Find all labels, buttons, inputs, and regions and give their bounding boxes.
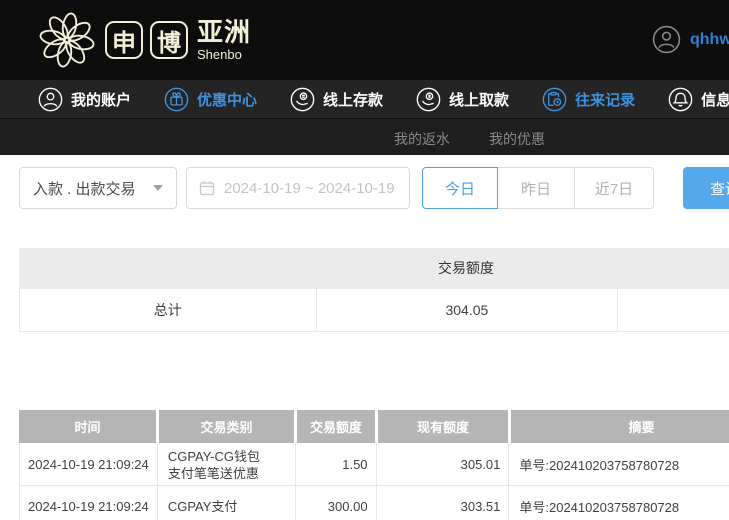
brand-latin: Shenbo bbox=[197, 48, 251, 61]
sub-nav: 我的返水 我的优惠 bbox=[0, 118, 729, 155]
cell-time: 2024-10-19 21:09:24 bbox=[20, 486, 157, 520]
bell-icon bbox=[668, 87, 693, 112]
date-range-input[interactable]: 2024-10-19 ~ 2024-10-19 bbox=[186, 167, 410, 209]
user-avatar-icon bbox=[652, 25, 681, 54]
search-button[interactable]: 查询 bbox=[683, 167, 729, 209]
cell-amount: 1.50 bbox=[295, 444, 376, 485]
records-icon bbox=[542, 87, 567, 112]
table-row: 2024-10-19 21:09:24 CGPAY支付 300.00 303.5… bbox=[19, 486, 729, 520]
col-header-amount: 交易额度 bbox=[294, 410, 375, 443]
cell-summary: 单号:202410203758780728 bbox=[508, 486, 729, 520]
summary-table-header: 交易额度 bbox=[19, 248, 729, 289]
gift-icon bbox=[164, 87, 189, 112]
main-nav: 我的账户 优惠中心 线上存款 bbox=[0, 80, 729, 118]
flower-logo-icon bbox=[36, 9, 98, 71]
quick-range-7days-button[interactable]: 近7日 bbox=[574, 167, 654, 209]
withdraw-icon bbox=[416, 87, 441, 112]
table-row: 2024-10-19 21:09:24 CGPAY-CG钱包 支付笔笔送优惠 1… bbox=[19, 444, 729, 486]
nav-item-my-account[interactable]: 我的账户 bbox=[38, 87, 131, 112]
nav-item-promo-center[interactable]: 优惠中心 bbox=[164, 87, 257, 112]
subnav-item-my-promos[interactable]: 我的优惠 bbox=[489, 129, 545, 149]
nav-label: 线上取款 bbox=[449, 89, 509, 110]
transaction-type-select[interactable]: 入款 . 出款交易 bbox=[19, 167, 177, 209]
col-header-type: 交易类别 bbox=[156, 410, 294, 443]
col-header-summary: 摘要 bbox=[508, 410, 729, 443]
col-header-time: 时间 bbox=[19, 410, 156, 443]
subnav-item-my-rebate[interactable]: 我的返水 bbox=[394, 129, 450, 149]
brand-logo[interactable]: 申 博 亚洲 Shenbo bbox=[36, 9, 251, 71]
user-box[interactable]: qhhw2 bbox=[652, 25, 729, 54]
brand-wordmark: 亚洲 Shenbo bbox=[197, 19, 251, 61]
brand-char-shen: 申 bbox=[105, 21, 143, 59]
cell-type: CGPAY支付 bbox=[157, 486, 295, 520]
transactions-header-row: 时间 交易类别 交易额度 现有额度 摘要 bbox=[19, 410, 729, 443]
col-header-balance: 现有额度 bbox=[375, 410, 508, 443]
summary-empty-cell bbox=[617, 289, 729, 331]
top-header: 申 博 亚洲 Shenbo qhhw2 bbox=[0, 0, 729, 80]
cell-balance: 303.51 bbox=[376, 486, 509, 520]
deposit-icon bbox=[290, 87, 315, 112]
summary-table: 交易额度 总计 304.05 bbox=[19, 248, 729, 332]
transaction-type-value: 入款 . 出款交易 bbox=[33, 178, 136, 199]
nav-item-online-deposit[interactable]: 线上存款 bbox=[290, 87, 383, 112]
nav-item-online-withdraw[interactable]: 线上取款 bbox=[416, 87, 509, 112]
nav-label: 线上存款 bbox=[323, 89, 383, 110]
username-label[interactable]: qhhw2 bbox=[690, 31, 729, 49]
brand-region: 亚洲 bbox=[197, 19, 251, 45]
transactions-table: 时间 交易类别 交易额度 现有额度 摘要 2024-10-19 21:09:24… bbox=[19, 410, 729, 520]
cell-amount: 300.00 bbox=[295, 486, 376, 520]
date-range-value: 2024-10-19 ~ 2024-10-19 bbox=[224, 180, 395, 197]
nav-item-transaction-records[interactable]: 往来记录 bbox=[542, 87, 635, 112]
quick-range-today-button[interactable]: 今日 bbox=[422, 167, 498, 209]
page: 申 博 亚洲 Shenbo qhhw2 我的账户 bbox=[0, 0, 729, 520]
chevron-down-icon bbox=[153, 185, 163, 191]
brand-char-bo: 博 bbox=[150, 21, 188, 59]
cell-summary: 单号:202410203758780728 bbox=[508, 444, 729, 485]
nav-label: 优惠中心 bbox=[197, 89, 257, 110]
summary-total-value: 304.05 bbox=[316, 289, 618, 331]
calendar-icon bbox=[199, 180, 215, 196]
cell-balance: 305.01 bbox=[376, 444, 509, 485]
summary-header-label: 交易额度 bbox=[315, 248, 617, 289]
cell-time: 2024-10-19 21:09:24 bbox=[20, 444, 157, 485]
nav-item-messages[interactable]: 信息 bbox=[668, 87, 729, 112]
summary-total-label: 总计 bbox=[20, 289, 316, 331]
summary-total-row: 总计 304.05 bbox=[19, 289, 729, 332]
nav-label: 我的账户 bbox=[71, 89, 131, 110]
quick-range-yesterday-button[interactable]: 昨日 bbox=[497, 167, 575, 209]
nav-label: 往来记录 bbox=[575, 89, 635, 110]
quick-range-group: 今日 昨日 近7日 bbox=[422, 167, 654, 209]
cell-type: CGPAY-CG钱包 支付笔笔送优惠 bbox=[157, 444, 295, 485]
nav-label: 信息 bbox=[701, 89, 729, 110]
account-icon bbox=[38, 87, 63, 112]
